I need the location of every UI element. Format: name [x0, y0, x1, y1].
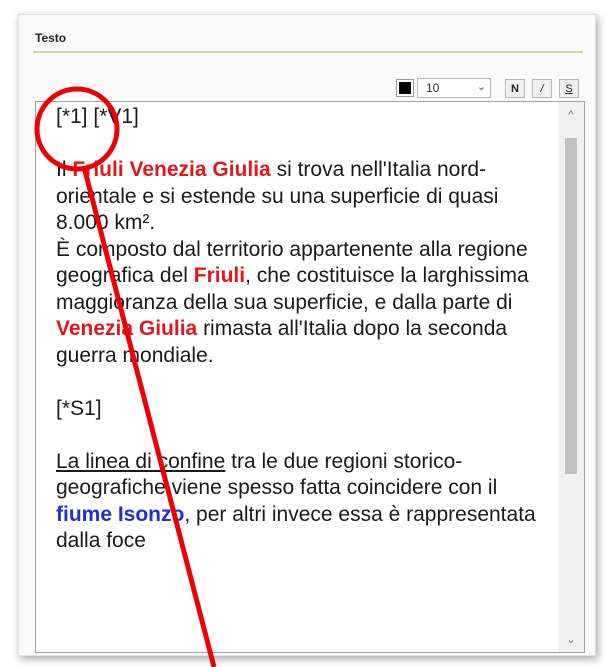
- scroll-thumb[interactable]: [565, 138, 577, 474]
- chevron-down-icon: ⌄: [476, 81, 486, 93]
- panel-title: Testo: [35, 31, 67, 45]
- font-size-select[interactable]: 10 ⌄: [417, 78, 491, 98]
- text-panel: Testo 10 ⌄ N / S [*1] [*V1] Il Friuli Ve…: [18, 14, 596, 656]
- scroll-up-arrow-icon[interactable]: ^: [558, 104, 584, 126]
- tag-line-s1: [*S1]: [56, 396, 102, 420]
- title-divider: [33, 51, 583, 53]
- highlight-text: Friuli Venezia Giulia: [72, 158, 271, 181]
- highlight-text: Venezia Giulia: [56, 317, 198, 340]
- vertical-scrollbar[interactable]: ^ ⌄: [558, 102, 584, 652]
- highlight-text-blue: fiume Isonzo: [56, 502, 185, 526]
- scroll-down-arrow-icon[interactable]: ⌄: [558, 628, 584, 650]
- text-editor[interactable]: [*1] [*V1] Il Friuli Venezia Giulia si t…: [35, 101, 585, 653]
- editor-content[interactable]: [*1] [*V1] Il Friuli Venezia Giulia si t…: [56, 104, 544, 555]
- underlined-text: La linea di confine: [56, 449, 226, 473]
- paragraph-3: La linea di confine tra le due regioni s…: [56, 449, 536, 553]
- text-color-button[interactable]: [396, 79, 414, 97]
- bold-button[interactable]: N: [505, 79, 525, 98]
- format-toolbar: 10 ⌄ N / S: [19, 77, 595, 101]
- font-size-value: 10: [426, 81, 440, 95]
- highlight-text: Friuli: [193, 264, 246, 287]
- underline-button[interactable]: S: [559, 79, 579, 98]
- paragraph-1: Il Friuli Venezia Giulia si trova nell'I…: [56, 158, 499, 234]
- italic-button[interactable]: /: [532, 79, 552, 98]
- paragraph-2: È composto dal territorio appartenente a…: [56, 237, 529, 367]
- tag-line: [*1] [*V1]: [56, 105, 139, 128]
